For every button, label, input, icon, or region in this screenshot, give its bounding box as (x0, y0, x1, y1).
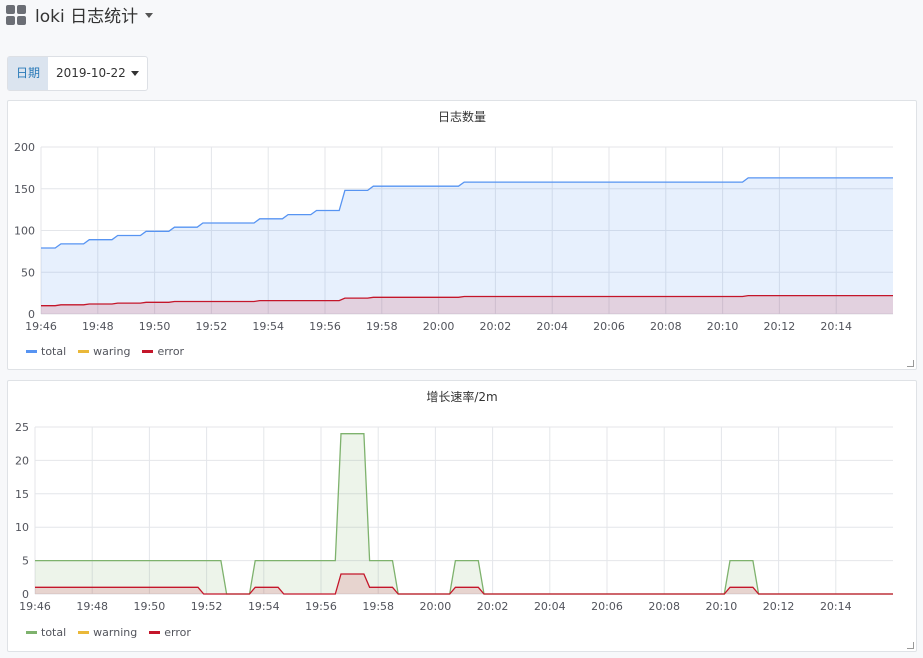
y-tick-label: 100 (14, 225, 35, 238)
date-select-value: 2019-10-22 (56, 66, 126, 80)
y-tick-label: 150 (14, 183, 35, 196)
date-select[interactable]: 2019-10-22 (48, 57, 147, 90)
legend: total waring error (26, 345, 184, 358)
legend-swatch (26, 350, 37, 353)
legend-item-warning[interactable]: warning (78, 626, 137, 639)
legend-label: warning (93, 626, 138, 639)
legend-label: total (41, 345, 67, 358)
y-tick-label: 200 (14, 141, 35, 154)
x-tick-label: 20:14 (820, 320, 852, 333)
x-tick-label: 20:12 (764, 320, 796, 333)
y-tick-label: 10 (15, 521, 29, 534)
legend-item-error[interactable]: error (142, 345, 184, 358)
y-tick-label: 15 (15, 488, 29, 501)
legend-swatch (78, 350, 90, 353)
legend-swatch (142, 350, 154, 353)
x-tick-label: 20:04 (536, 320, 568, 333)
legend-item-error[interactable]: error (149, 626, 191, 639)
legend-item-total[interactable]: total (26, 345, 66, 358)
legend-item-waring[interactable]: waring (78, 345, 130, 358)
x-tick-label: 20:14 (820, 600, 852, 613)
x-tick-label: 19:58 (366, 320, 398, 333)
legend-swatch (78, 631, 90, 634)
x-tick-label: 19:46 (25, 320, 57, 333)
legend-swatch (26, 631, 37, 634)
legend-swatch (149, 631, 161, 634)
x-tick-label: 20:00 (420, 600, 452, 613)
x-tick-label: 19:58 (362, 600, 394, 613)
x-tick-label: 20:10 (706, 600, 738, 613)
x-tick-label: 20:06 (591, 600, 623, 613)
x-tick-label: 19:56 (309, 320, 341, 333)
x-tick-label: 20:02 (477, 600, 509, 613)
y-tick-label: 20 (15, 454, 29, 467)
series-area-total (35, 433, 893, 594)
chart-log-count: 05010015020019:46 19:48 19:50 19:52 19:54 19:… (14, 141, 893, 333)
x-tick-label: 20:08 (650, 320, 682, 333)
x-tick-label: 19:52 (191, 600, 223, 613)
x-tick-label: 19:48 (76, 600, 108, 613)
x-tick-label: 19:46 (19, 600, 51, 613)
dashboard-title[interactable]: loki 日志统计 (35, 2, 138, 27)
legend: total warning error (26, 626, 191, 639)
x-tick-label: 19:54 (248, 600, 280, 613)
x-tick-label: 19:56 (305, 600, 337, 613)
x-tick-label: 19:52 (196, 320, 228, 333)
resize-handle[interactable] (907, 360, 914, 367)
x-tick-label: 20:08 (648, 600, 680, 613)
dashboard-grid-icon[interactable] (6, 5, 26, 25)
legend-label: total (41, 626, 67, 639)
chart-growth-rate: 051015202519:46 19:48 19:50 19:52 19:54 19:56… (15, 421, 893, 613)
legend-label: waring (93, 345, 131, 358)
legend-item-total[interactable]: total (26, 626, 66, 639)
legend-label: error (157, 345, 185, 358)
x-tick-label: 20:12 (763, 600, 795, 613)
chevron-down-icon[interactable] (145, 13, 153, 18)
y-tick-label: 50 (21, 266, 35, 279)
x-tick-label: 20:10 (707, 320, 739, 333)
caret-down-icon (130, 71, 139, 76)
legend-label: error (164, 626, 191, 639)
x-tick-label: 19:50 (134, 600, 166, 613)
series-area-total (41, 177, 893, 314)
x-tick-label: 20:06 (593, 320, 625, 333)
top-bar: loki 日志统计 (0, 0, 923, 40)
panel-growth-rate: 增长速率/2m 0 5 10 15 20 25 19:46 19:48 19:50 19:52 19… (7, 380, 917, 652)
resize-handle[interactable] (907, 642, 914, 649)
x-tick-label: 20:00 (423, 320, 455, 333)
x-tick-label: 19:54 (252, 320, 284, 333)
date-variable: 日期 2019-10-22 (7, 56, 148, 91)
y-tick-label: 5 (22, 555, 29, 568)
y-tick-label: 25 (15, 421, 29, 434)
x-tick-label: 19:48 (82, 320, 114, 333)
panel-log-count: 日志数量 0 50 100 150 200 19:46 19:48 19:50 19:52 19:… (7, 100, 917, 370)
x-tick-label: 20:02 (480, 320, 512, 333)
x-tick-label: 19:50 (139, 320, 171, 333)
variable-label: 日期 (8, 57, 49, 90)
x-tick-label: 20:04 (534, 600, 566, 613)
